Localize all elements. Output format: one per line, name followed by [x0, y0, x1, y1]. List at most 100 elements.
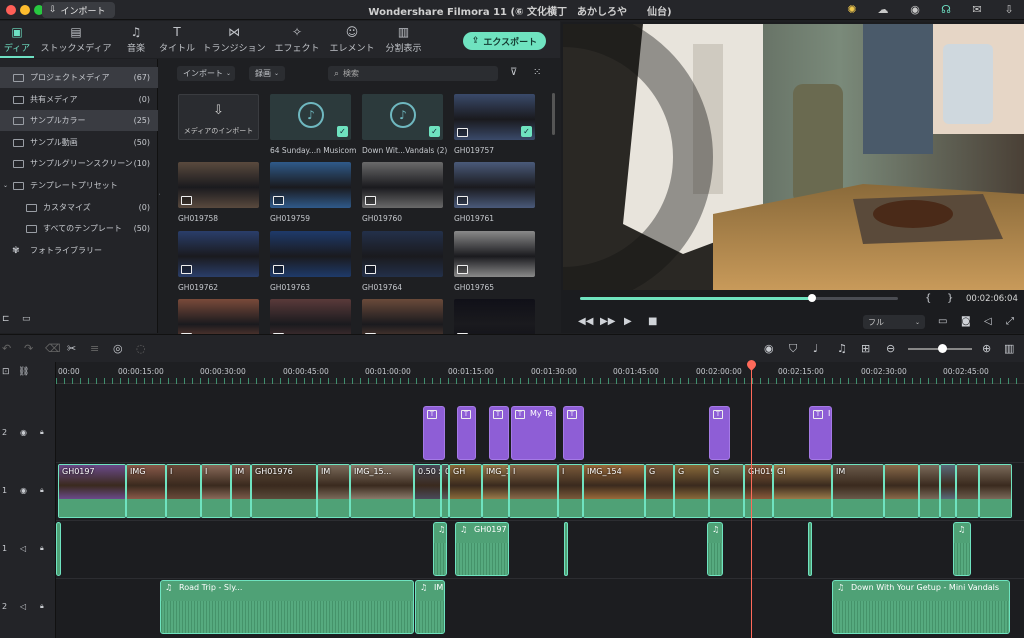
video-clip[interactable]: IMG_1: [482, 464, 509, 518]
video-clip[interactable]: I: [166, 464, 201, 518]
video-clip[interactable]: IM: [231, 464, 251, 518]
play-icon[interactable]: ▶: [624, 316, 632, 327]
video-clip[interactable]: IM: [317, 464, 350, 518]
sidebar-item[interactable]: ⌄ テンプレートプリセット: [0, 175, 158, 196]
mic-icon[interactable]: ♩: [813, 342, 818, 355]
video-clip[interactable]: IM: [832, 464, 884, 518]
sidebar-item[interactable]: プロジェクトメディア (67): [0, 67, 158, 88]
tab-media[interactable]: ▣ ディア: [0, 21, 34, 58]
title-clip[interactable]: T: [563, 406, 584, 460]
video-thumbnail[interactable]: [178, 162, 259, 208]
sidebar-item[interactable]: サンプルグリーンスクリーン (10): [0, 153, 158, 174]
mail-icon[interactable]: ✉: [970, 3, 984, 17]
title-clip[interactable]: T: [709, 406, 730, 460]
monitor-icon[interactable]: ▭: [938, 316, 947, 327]
search-input[interactable]: ⌕ 検索: [328, 66, 498, 81]
headset-icon[interactable]: ☊: [939, 3, 953, 17]
lock-icon[interactable]: 🔒︎: [40, 486, 44, 495]
video-thumbnail[interactable]: [178, 231, 259, 277]
video-clip[interactable]: I: [201, 464, 231, 518]
download-icon[interactable]: ⇩: [1002, 3, 1016, 17]
playhead[interactable]: [751, 366, 752, 638]
export-button[interactable]: ⇪ エクスポート: [463, 32, 546, 50]
video-clip[interactable]: IMG_154: [583, 464, 645, 518]
audio-clip[interactable]: ♫ Down With Your Getup - Mini Vandals: [832, 580, 1010, 634]
title-clip[interactable]: T: [489, 406, 509, 460]
stop-icon[interactable]: ■: [648, 316, 657, 327]
tab-stock-media[interactable]: ▤ ストックメディア: [36, 21, 116, 58]
sidebar-item[interactable]: 共有メディア (0): [0, 89, 158, 110]
minimize-window-button[interactable]: [20, 5, 30, 15]
playhead-knob[interactable]: [808, 294, 817, 302]
eye-icon[interactable]: ◉: [20, 428, 27, 437]
lock-icon[interactable]: 🔒︎: [40, 428, 44, 437]
grid-view-icon[interactable]: ⁙: [533, 67, 541, 78]
import-button[interactable]: ⇩ インポート: [42, 2, 115, 18]
link-icon[interactable]: ⛓: [18, 367, 29, 377]
video-clip[interactable]: GH0197: [58, 464, 126, 518]
video-clip[interactable]: 0.3...: [441, 464, 449, 518]
adjust-icon[interactable]: ≡: [90, 342, 99, 355]
video-thumbnail[interactable]: [270, 162, 351, 208]
timeline-ruler[interactable]: 00:00 00:00:15:00 00:00:30:00 00:00:45:00 00…: [56, 362, 1024, 384]
volume-icon[interactable]: ◁: [984, 316, 992, 327]
lock-icon[interactable]: 🔒︎: [40, 544, 44, 553]
tab-split-screen[interactable]: ▥ 分割表示: [381, 21, 426, 58]
sidebar-item[interactable]: サンプル動画 (50): [0, 132, 158, 153]
filter-icon[interactable]: ⊽: [510, 67, 517, 78]
video-clip[interactable]: I: [558, 464, 583, 518]
sidebar-item[interactable]: カスタマイズ (0): [0, 197, 158, 218]
add-track-icon[interactable]: ⊡: [2, 367, 10, 377]
color-icon[interactable]: ◌: [136, 342, 146, 355]
audio-clip-sliver[interactable]: [564, 522, 568, 576]
audio-clip[interactable]: ♫: [953, 522, 971, 576]
snap-icon[interactable]: ⊞: [861, 342, 870, 355]
video-thumbnail[interactable]: [454, 162, 535, 208]
tab-transition[interactable]: ⋈ トランジション: [201, 21, 267, 58]
import-media-tile[interactable]: ⇩ メディアのインポート: [178, 94, 259, 140]
zoom-in-icon[interactable]: ⊕: [982, 342, 991, 355]
eye-icon[interactable]: ◉: [20, 486, 27, 495]
account-icon[interactable]: ◉: [908, 3, 922, 17]
fullscreen-icon[interactable]: ⤢: [1006, 316, 1014, 327]
cloud-icon[interactable]: ☁: [876, 3, 890, 17]
video-clip[interactable]: GI: [773, 464, 832, 518]
video-clip[interactable]: [940, 464, 956, 518]
audio-clip-sliver[interactable]: [56, 522, 61, 576]
video-clip[interactable]: G: [645, 464, 674, 518]
tab-element[interactable]: ☺ エレメント: [327, 21, 377, 58]
audio-thumbnail[interactable]: ♪ ✓: [270, 94, 351, 140]
audio-clip[interactable]: ♫ Road Trip - Sly...: [160, 580, 414, 634]
video-preview[interactable]: [563, 24, 1024, 290]
step-forward-icon[interactable]: ▶▶: [600, 316, 615, 327]
video-clip[interactable]: GH: [449, 464, 482, 518]
video-clip[interactable]: IMG: [126, 464, 166, 518]
title-clip[interactable]: T: [423, 406, 445, 460]
audio-clip[interactable]: ♫: [433, 522, 447, 576]
render-icon[interactable]: ◉: [764, 342, 774, 355]
video-thumbnail[interactable]: [270, 231, 351, 277]
video-clip[interactable]: G: [674, 464, 709, 518]
video-thumbnail[interactable]: [362, 162, 443, 208]
audio-clip[interactable]: ♫: [707, 522, 723, 576]
undo-icon[interactable]: ↶: [2, 342, 11, 355]
close-window-button[interactable]: [6, 5, 16, 15]
split-icon[interactable]: ✂: [67, 342, 76, 355]
video-clip[interactable]: GH0197...: [744, 464, 773, 518]
tab-effect[interactable]: ✧ エフェクト: [270, 21, 324, 58]
media-scrollbar[interactable]: [552, 93, 555, 135]
speed-icon[interactable]: ◎: [113, 342, 123, 355]
video-clip[interactable]: IMG_15...: [350, 464, 414, 518]
mark-out-icon[interactable]: }: [947, 293, 953, 304]
title-clip[interactable]: TI: [809, 406, 832, 460]
title-clip[interactable]: T: [457, 406, 476, 460]
marker-icon[interactable]: ⛉: [789, 342, 797, 356]
sidebar-item[interactable]: サンプルカラー (25): [0, 110, 158, 131]
import-dropdown[interactable]: インポート ⌄: [177, 66, 235, 81]
tab-title[interactable]: T タイトル: [156, 21, 198, 58]
audio-thumbnail[interactable]: ♪ ✓: [362, 94, 443, 140]
speaker-icon[interactable]: ◁: [20, 544, 26, 553]
video-clip[interactable]: [884, 464, 919, 518]
step-back-icon[interactable]: ◀◀: [578, 316, 593, 327]
redo-icon[interactable]: ↷: [24, 342, 33, 355]
